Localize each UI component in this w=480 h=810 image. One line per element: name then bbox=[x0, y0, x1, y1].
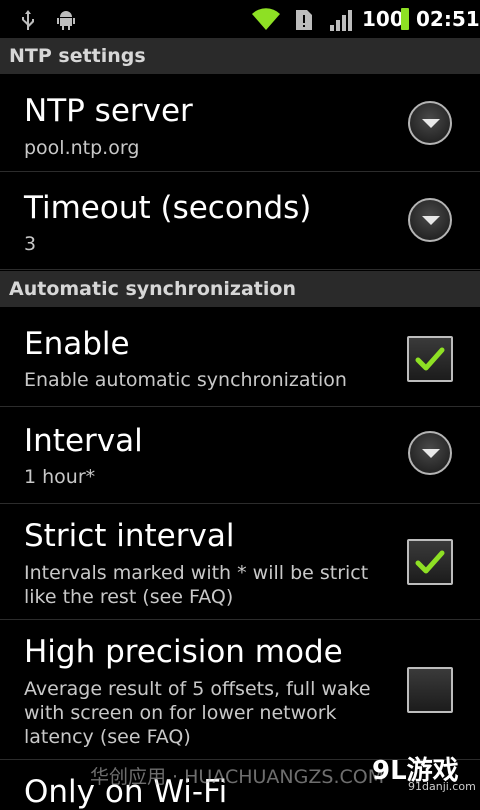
pref-summary: Enable automatic synchronization bbox=[24, 369, 347, 391]
pref-title: Enable bbox=[24, 326, 130, 362]
category-automatic-sync: Automatic synchronization bbox=[0, 271, 480, 307]
clock: 02:51 bbox=[416, 7, 480, 31]
dropdown-icon[interactable] bbox=[408, 198, 452, 242]
pref-timeout[interactable]: Timeout (seconds) 3 bbox=[0, 172, 480, 270]
watermark-logo: 9L游戏 91danji.com bbox=[372, 750, 476, 794]
pref-title: Strict interval bbox=[24, 518, 235, 554]
pref-summary: Average result of 5 offsets, full wake w… bbox=[24, 678, 371, 748]
strict-interval-checkbox[interactable] bbox=[407, 539, 453, 585]
wifi-icon bbox=[252, 8, 280, 31]
checkmark-icon bbox=[415, 347, 445, 371]
category-ntp-settings: NTP settings bbox=[0, 38, 480, 74]
watermark-logo-url: 91danji.com bbox=[408, 780, 476, 793]
pref-title: Timeout (seconds) bbox=[24, 190, 312, 226]
usb-icon bbox=[22, 10, 34, 30]
pref-interval[interactable]: Interval 1 hour* bbox=[0, 407, 480, 504]
pref-title: Interval bbox=[24, 423, 143, 459]
pref-summary: pool.ntp.org bbox=[24, 137, 140, 159]
high-precision-checkbox[interactable] bbox=[407, 667, 453, 713]
android-debug-icon bbox=[57, 11, 75, 30]
status-bar: 100 02:51 bbox=[0, 0, 480, 39]
checkmark-icon bbox=[415, 550, 445, 574]
pref-title: NTP server bbox=[24, 93, 193, 129]
pref-strict-interval[interactable]: Strict interval Intervals marked with * … bbox=[0, 504, 480, 620]
pref-ntp-server[interactable]: NTP server pool.ntp.org bbox=[0, 75, 480, 172]
alert-icon bbox=[296, 10, 312, 30]
pref-high-precision[interactable]: High precision mode Average result of 5 … bbox=[0, 620, 480, 760]
pref-enable[interactable]: Enable Enable automatic synchronization bbox=[0, 308, 480, 407]
watermark-text: 华创应用 · HUACHUANGZS.COM bbox=[90, 766, 385, 788]
pref-title: High precision mode bbox=[24, 634, 343, 670]
dropdown-icon[interactable] bbox=[408, 101, 452, 145]
signal-icon bbox=[330, 10, 352, 31]
pref-summary: Intervals marked with * will be strict l… bbox=[24, 562, 369, 608]
dropdown-icon[interactable] bbox=[408, 431, 452, 475]
pref-summary: 1 hour* bbox=[24, 466, 96, 488]
battery-icon bbox=[401, 8, 409, 30]
pref-summary: 3 bbox=[24, 233, 37, 255]
battery-level: 100 bbox=[362, 7, 404, 31]
enable-checkbox[interactable] bbox=[407, 336, 453, 382]
